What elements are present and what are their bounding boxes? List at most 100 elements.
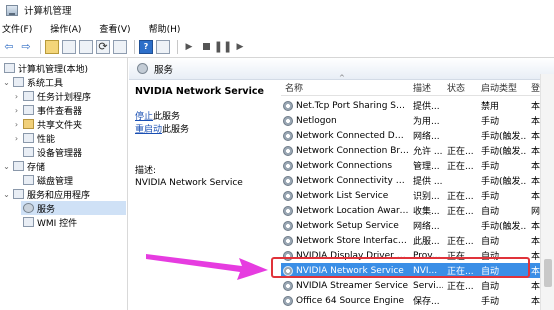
table-row[interactable]: Network Store Interface ... 此服... 正在... 自动本 bbox=[281, 233, 554, 248]
description-text: NVIDIA Network Service bbox=[135, 178, 243, 188]
menu-action[interactable]: 操作(A) bbox=[48, 22, 87, 35]
stop-service-link[interactable]: 停止 bbox=[135, 112, 153, 122]
table-row[interactable]: Office 64 Source Engine 保存... 手动本 bbox=[281, 293, 554, 308]
tree-item-label: 设备管理器 bbox=[37, 148, 83, 159]
table-row[interactable]: Network Connection Bro... 允许 ... 正在... 手动(触… bbox=[281, 143, 554, 158]
tree-item-shared-folders[interactable]: › 共享文件夹 bbox=[12, 117, 82, 131]
tree-item-services-apps[interactable]: ⌄ 服务和应用程序 bbox=[2, 187, 90, 201]
restart-service-link[interactable]: 重启动 bbox=[135, 125, 162, 135]
disk-icon bbox=[23, 175, 34, 185]
start-service-icon[interactable]: ▶ bbox=[182, 40, 196, 54]
service-description-cell: 网络... bbox=[413, 132, 440, 142]
up-folder-icon[interactable] bbox=[45, 39, 59, 54]
menu-file[interactable]: 文件(F) bbox=[0, 22, 38, 35]
service-status-cell: 正在... bbox=[447, 147, 474, 157]
chevron-down-icon[interactable]: ⌄ bbox=[2, 190, 11, 199]
column-header-status[interactable]: 状态 bbox=[443, 81, 477, 94]
table-row[interactable]: Network Connections 管理... 正在... 手动本 bbox=[281, 158, 554, 173]
tree-item-label: 服务和应用程序 bbox=[27, 190, 91, 201]
table-row[interactable]: Network List Service 识别... 正在... 手动本 bbox=[281, 188, 554, 203]
device-manager-icon bbox=[23, 147, 34, 157]
tree-item-storage[interactable]: ⌄ 存储 bbox=[2, 159, 45, 173]
service-startup-cell: 手动(触发... bbox=[481, 222, 527, 232]
tree-item-task-scheduler[interactable]: › 任务计划程序 bbox=[12, 89, 91, 103]
sort-caret-icon: ^ bbox=[339, 74, 345, 82]
service-gear-icon bbox=[283, 145, 293, 156]
chevron-right-icon[interactable]: › bbox=[12, 134, 21, 143]
storage-icon bbox=[13, 161, 24, 171]
table-row[interactable]: Network Location Aware... 收集... 正在... 自动网 bbox=[281, 203, 554, 218]
chevron-down-icon[interactable]: ⌄ bbox=[2, 162, 11, 171]
title-bar: 计算机管理 bbox=[0, 0, 554, 20]
export-list-icon[interactable] bbox=[113, 39, 127, 54]
chevron-right-icon[interactable]: › bbox=[12, 106, 21, 115]
service-gear-icon bbox=[283, 205, 293, 216]
tree-item-event-viewer[interactable]: › 事件查看器 bbox=[12, 103, 82, 117]
tree-item-label: 事件查看器 bbox=[37, 106, 83, 117]
table-row[interactable]: Network Connectivity Ass... 提供 ... 手动(触发..… bbox=[281, 173, 554, 188]
restart-service-icon[interactable]: ▶ bbox=[233, 40, 247, 54]
chevron-right-icon[interactable]: › bbox=[12, 120, 21, 129]
service-name-cell: Office 64 Source Engine bbox=[281, 295, 409, 306]
service-startup-cell: 禁用 bbox=[481, 102, 500, 112]
table-row[interactable]: Netlogon 为用... 手动本 bbox=[281, 113, 554, 128]
scrollbar-thumb[interactable] bbox=[544, 259, 552, 287]
service-startup-cell: 手动(触发... bbox=[481, 132, 527, 142]
copy-icon[interactable] bbox=[79, 39, 93, 54]
gear-icon bbox=[137, 63, 148, 74]
service-gear-icon bbox=[283, 190, 293, 201]
console-tree-icon[interactable] bbox=[62, 39, 76, 54]
tree-item-wmi[interactable]: WMI 控件 bbox=[21, 215, 77, 229]
tree-item-label: 磁盘管理 bbox=[37, 176, 74, 187]
forward-arrow-icon[interactable]: ⇨ bbox=[19, 40, 33, 54]
table-row[interactable]: Net.Tcp Port Sharing Ser... 提供... 禁用本 bbox=[281, 98, 554, 113]
back-arrow-icon[interactable]: ⇦ bbox=[2, 40, 16, 54]
toolbar-separator bbox=[177, 39, 178, 54]
stop-service-icon[interactable] bbox=[203, 43, 210, 50]
service-gear-icon bbox=[283, 235, 293, 246]
column-header-startup-type[interactable]: 启动类型 bbox=[477, 81, 527, 94]
help-icon[interactable]: ? bbox=[139, 39, 153, 54]
service-description-cell: Servi... bbox=[413, 280, 443, 291]
clock-icon bbox=[23, 91, 34, 101]
wmi-icon bbox=[23, 217, 34, 227]
service-name-cell: Network Store Interface ... bbox=[281, 235, 409, 246]
service-startup-cell: 自动 bbox=[481, 237, 500, 247]
properties-icon[interactable] bbox=[156, 39, 170, 54]
service-startup-cell: 自动 bbox=[481, 282, 500, 292]
vertical-scrollbar[interactable] bbox=[540, 74, 554, 310]
service-startup-cell: 手动 bbox=[481, 297, 500, 307]
column-header-description[interactable]: 描述 bbox=[409, 81, 443, 94]
chevron-right-icon[interactable]: › bbox=[12, 92, 21, 101]
menu-help[interactable]: 帮助(H) bbox=[147, 22, 187, 35]
tree-item-label: 计算机管理(本地) bbox=[18, 64, 89, 75]
tree-item-system-tools[interactable]: ⌄ 系统工具 bbox=[2, 75, 63, 89]
table-row[interactable]: Network Connected Devi... 网络... 手动(触发... 本 bbox=[281, 128, 554, 143]
service-gear-icon bbox=[283, 115, 293, 126]
service-name-cell: Network Location Aware... bbox=[281, 205, 409, 216]
tree-item-root[interactable]: 计算机管理(本地) bbox=[2, 61, 88, 75]
window-title: 计算机管理 bbox=[24, 6, 72, 17]
service-gear-icon bbox=[283, 175, 293, 186]
service-name: Network Connectivity Ass... bbox=[296, 175, 409, 186]
detail-service-name: NVIDIA Network Service bbox=[135, 86, 264, 97]
table-row[interactable]: Network Setup Service 网络... 手动(触发... 本 bbox=[281, 218, 554, 233]
service-name: Net.Tcp Port Sharing Ser... bbox=[296, 100, 409, 111]
menu-view[interactable]: 查看(V) bbox=[97, 22, 136, 35]
refresh-icon[interactable]: ⟳ bbox=[96, 39, 110, 54]
chevron-down-icon[interactable]: ⌄ bbox=[2, 78, 11, 87]
column-header-name[interactable]: ^ 名称 bbox=[281, 74, 409, 94]
tree-item-services[interactable]: 服务 bbox=[21, 201, 126, 215]
gear-icon bbox=[23, 203, 34, 213]
service-name: NVIDIA Streamer Service bbox=[296, 280, 409, 291]
service-gear-icon bbox=[283, 160, 293, 171]
table-header: ^ 名称 描述 状态 启动类型 登 bbox=[281, 74, 554, 96]
tree-item-device-manager[interactable]: 设备管理器 bbox=[21, 145, 82, 159]
table-row[interactable]: NVIDIA Streamer Service Servi... 正在... 自动本 bbox=[281, 278, 554, 293]
service-name-cell: Network Connections bbox=[281, 160, 409, 171]
tree-item-disk-management[interactable]: 磁盘管理 bbox=[21, 173, 73, 187]
service-status-cell: 正在... bbox=[447, 162, 474, 172]
pause-service-icon[interactable]: ❚❚ bbox=[214, 40, 232, 54]
service-startup-cell: 手动 bbox=[481, 192, 500, 202]
tree-item-performance[interactable]: › 性能 bbox=[12, 131, 55, 145]
